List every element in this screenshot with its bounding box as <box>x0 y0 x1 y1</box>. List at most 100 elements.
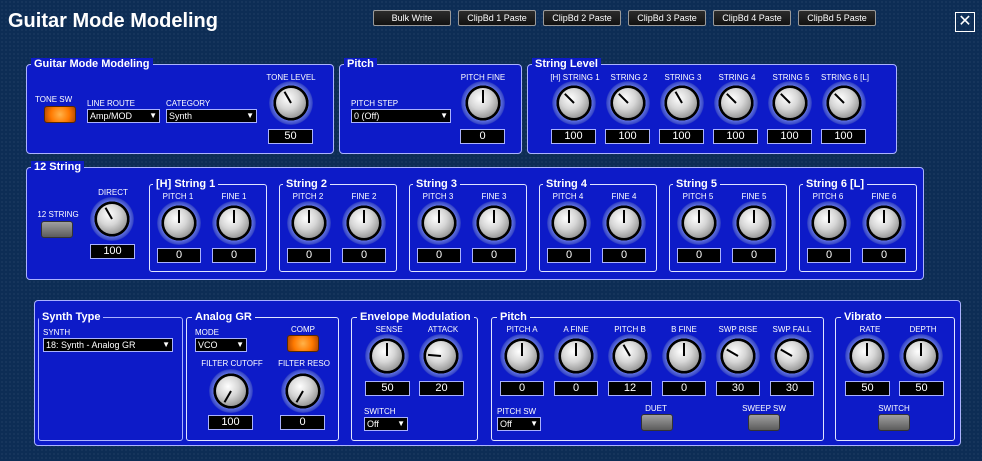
synth-value: 18: Synth - Analog GR <box>46 340 136 350</box>
string-group-title-5: String 5 <box>673 178 720 190</box>
fine-knob-3[interactable] <box>472 201 516 245</box>
sweep-sw-toggle[interactable] <box>748 414 780 431</box>
mode-select[interactable]: VCO ▼ <box>195 338 247 352</box>
tone-sw-toggle[interactable] <box>44 106 76 123</box>
analog-gr-title: Analog GR <box>192 311 255 323</box>
tone-level-knob[interactable] <box>269 81 313 125</box>
knob-cap <box>559 88 589 118</box>
category-label: CATEGORY <box>166 99 211 108</box>
clipbd-4-paste-button[interactable]: ClipBd 4 Paste <box>713 10 791 26</box>
fine-value-4: 0 <box>602 248 646 263</box>
pitch-mod-knob-4[interactable] <box>662 334 706 378</box>
pitch-sw-label: PITCH SW <box>497 407 537 416</box>
string-group-title-3: String 3 <box>413 178 460 190</box>
vibrato-switch-toggle[interactable] <box>878 414 910 431</box>
pitch-mod-knob-3[interactable] <box>608 334 652 378</box>
string-level-value-2: 100 <box>605 129 650 144</box>
knob-pointer <box>521 343 523 356</box>
pitch-fine-value: 0 <box>460 129 505 144</box>
rate-knob[interactable] <box>845 334 889 378</box>
filter-reso-knob[interactable] <box>281 369 325 413</box>
pitch-knob-1[interactable] <box>157 201 201 245</box>
envelope-switch-select[interactable]: Off ▼ <box>364 417 408 431</box>
pitch-panel: Pitch PITCH STEP 0 (Off) ▼ PITCH FINE 0 <box>339 58 522 154</box>
tone-sw-label: TONE SW <box>35 95 73 104</box>
depth-knob[interactable] <box>899 334 943 378</box>
depth-value: 50 <box>899 381 944 396</box>
string-level-knob-3[interactable] <box>660 81 704 125</box>
pitch-knob-4[interactable] <box>547 201 591 245</box>
knob-pointer <box>438 210 440 223</box>
knob-pointer <box>883 210 885 223</box>
pitch-sw-select[interactable]: Off ▼ <box>497 417 541 431</box>
attack-knob[interactable] <box>419 334 463 378</box>
panel-title: Pitch <box>344 58 377 70</box>
duet-toggle[interactable] <box>641 414 673 431</box>
clipbd-3-paste-button[interactable]: ClipBd 3 Paste <box>628 10 706 26</box>
pitch-mod-knob-5[interactable] <box>716 334 760 378</box>
clipbd-1-paste-button[interactable]: ClipBd 1 Paste <box>458 10 536 26</box>
direct-knob[interactable] <box>90 197 134 241</box>
pitch-mod-knob-1[interactable] <box>500 334 544 378</box>
fine-knob-1[interactable] <box>212 201 256 245</box>
guitar-mode-modeling-panel: Guitar Mode Modeling TONE SW LINE ROUTE … <box>26 58 334 154</box>
comp-toggle[interactable] <box>287 335 319 352</box>
pitch-step-label: PITCH STEP <box>351 99 399 108</box>
fine-knob-6[interactable] <box>862 201 906 245</box>
chevron-down-icon: ▼ <box>397 419 405 428</box>
string-level-panel: String Level [H] STRING 1 100 STRING 2 100 S… <box>527 58 897 154</box>
knob-cap <box>613 88 643 118</box>
pitch-mod-value-2: 0 <box>554 381 598 396</box>
clipbd-5-paste-button[interactable]: ClipBd 5 Paste <box>798 10 876 26</box>
pitch-fine-knob[interactable] <box>461 81 505 125</box>
clipbd-2-paste-button[interactable]: ClipBd 2 Paste <box>543 10 621 26</box>
filter-cutoff-knob[interactable] <box>209 369 253 413</box>
fine-knob-4[interactable] <box>602 201 646 245</box>
chevron-down-icon: ▼ <box>440 111 448 120</box>
twelve-string-label: 12 STRING <box>37 210 79 219</box>
mode-value: VCO <box>198 340 218 350</box>
fine-knob-5[interactable] <box>732 201 776 245</box>
knob-cap <box>615 341 645 371</box>
knob-pointer <box>683 343 685 356</box>
category-select[interactable]: Synth ▼ <box>166 109 257 123</box>
fine-knob-2[interactable] <box>342 201 386 245</box>
line-route-select[interactable]: Amp/MOD ▼ <box>87 109 160 123</box>
string-level-knob-2[interactable] <box>606 81 650 125</box>
pitch-value-1: 0 <box>157 248 201 263</box>
pitch-knob-2[interactable] <box>287 201 331 245</box>
sense-knob[interactable] <box>365 334 409 378</box>
tone-level-value: 50 <box>268 129 313 144</box>
string-level-knob-5[interactable] <box>768 81 812 125</box>
comp-label: COMP <box>291 325 315 334</box>
synth-type-title: Synth Type <box>39 311 104 323</box>
vibrato-title: Vibrato <box>841 311 885 323</box>
twelve-string-toggle[interactable] <box>41 221 73 238</box>
fine-value-1: 0 <box>212 248 256 263</box>
pitch-knob-6[interactable] <box>807 201 851 245</box>
pitch-step-select[interactable]: 0 (Off) ▼ <box>351 109 451 123</box>
sense-value: 50 <box>365 381 410 396</box>
knob-pointer <box>698 210 700 223</box>
string-level-value-3: 100 <box>659 129 704 144</box>
knob-cap <box>667 88 697 118</box>
string-level-knob-6[interactable] <box>822 81 866 125</box>
string-level-knob-1[interactable] <box>552 81 596 125</box>
pitch-mod-knob-2[interactable] <box>554 334 598 378</box>
synth-select[interactable]: 18: Synth - Analog GR ▼ <box>43 338 173 352</box>
filter-cutoff-label: FILTER CUTOFF <box>201 359 263 368</box>
bulk-write-button[interactable]: Bulk Write <box>373 10 451 26</box>
pitch-knob-5[interactable] <box>677 201 721 245</box>
pitch-knob-3[interactable] <box>417 201 461 245</box>
knob-pointer <box>828 210 830 223</box>
knob-pointer <box>363 210 365 223</box>
pitch-mod-knob-6[interactable] <box>770 334 814 378</box>
string-level-knob-4[interactable] <box>714 81 758 125</box>
knob-pointer <box>493 210 495 223</box>
close-icon[interactable]: ✕ <box>955 12 975 32</box>
panel-title: Guitar Mode Modeling <box>31 58 153 70</box>
knob-cap <box>775 88 805 118</box>
knob-pointer <box>575 343 577 356</box>
chevron-down-icon: ▼ <box>236 340 244 349</box>
string-level-value-1: 100 <box>551 129 596 144</box>
